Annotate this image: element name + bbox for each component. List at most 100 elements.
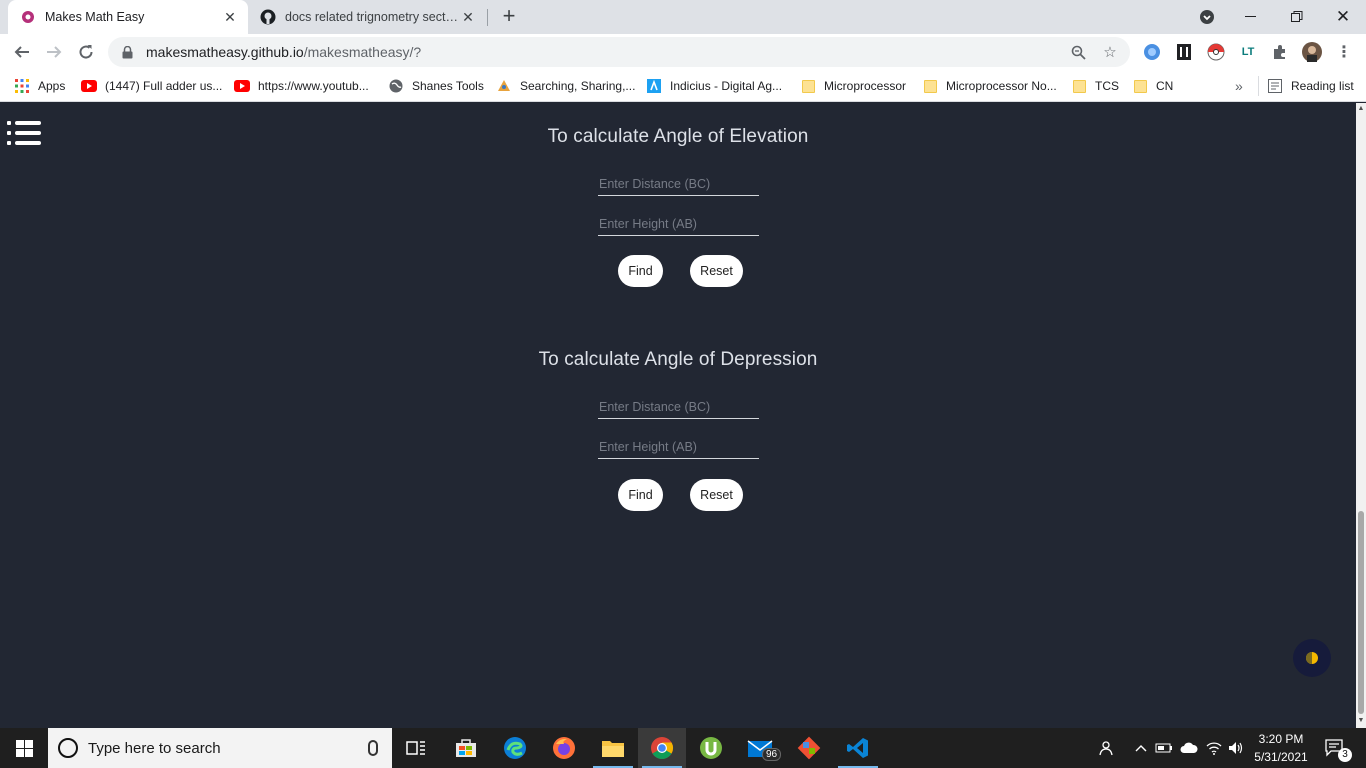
clock-date: 5/31/2021 (1254, 750, 1308, 764)
folder-icon (922, 78, 938, 94)
battery-icon[interactable] (1154, 728, 1174, 768)
forward-icon[interactable] (40, 38, 68, 66)
url-domain: makesmatheasy.github.io (146, 44, 304, 60)
browser-menu-icon[interactable]: ⋮ (1334, 42, 1354, 62)
action-center-icon[interactable]: 3 (1318, 728, 1352, 768)
file-explorer-icon[interactable] (589, 728, 637, 768)
tab-title: docs related trignometry section (285, 10, 460, 24)
close-tab-icon[interactable]: ✕ (222, 9, 238, 25)
restore-icon[interactable] (1274, 0, 1320, 34)
bookmark-folder-microprocessor-notes[interactable]: Microprocessor No... (922, 76, 1057, 96)
firefox-icon[interactable] (540, 728, 588, 768)
profile-avatar-icon[interactable] (1302, 42, 1322, 62)
extension-pokeball-icon[interactable] (1206, 42, 1226, 62)
extension-blue-icon[interactable] (1142, 42, 1162, 62)
utorrent-icon[interactable] (687, 728, 735, 768)
extension-calendar-icon[interactable] (1174, 42, 1194, 62)
bookmark-folder-cn[interactable]: CN (1132, 76, 1173, 96)
elevation-height-input[interactable] (598, 214, 759, 234)
back-icon[interactable] (8, 38, 36, 66)
bookmark-full-adder[interactable]: (1447) Full adder us... (81, 76, 222, 96)
elevation-distance-input[interactable] (598, 174, 759, 194)
tab-search-icon[interactable] (1184, 0, 1230, 34)
clock-time: 3:20 PM (1258, 732, 1304, 746)
address-bar[interactable]: makesmatheasy.github.io/makesmatheasy/? … (108, 37, 1130, 67)
scroll-up-icon[interactable]: ▲ (1357, 105, 1365, 113)
reading-list-icon (1267, 78, 1283, 94)
bookmark-label: Shanes Tools (412, 79, 484, 93)
bookmark-apps[interactable]: Apps (14, 76, 65, 96)
edge-icon[interactable] (491, 728, 539, 768)
bookmark-label: Apps (38, 79, 66, 93)
bookmark-label: TCS (1095, 79, 1119, 93)
bookmarks-overflow-button[interactable]: » (1235, 76, 1243, 96)
tab-title: Makes Math Easy (45, 10, 145, 24)
url-text: makesmatheasy.github.io/makesmatheasy/? (146, 44, 421, 60)
store-icon[interactable] (442, 728, 490, 768)
bookmark-searching-sharing[interactable]: Searching, Sharing,... (496, 76, 635, 96)
depression-find-button[interactable]: Find (618, 479, 663, 511)
close-tab-icon[interactable]: ✕ (460, 9, 476, 25)
browser-tab-strip: Makes Math Easy ✕ docs related trignomet… (0, 0, 1366, 34)
folder-icon (1132, 78, 1148, 94)
close-window-icon[interactable]: ✕ (1320, 0, 1366, 34)
extensions-puzzle-icon[interactable] (1270, 42, 1290, 62)
depression-reset-button[interactable]: Reset (690, 479, 743, 511)
folder-icon (800, 78, 816, 94)
minimize-icon[interactable] (1228, 0, 1274, 34)
bookmark-star-icon[interactable]: ☆ (1102, 44, 1118, 61)
theme-toggle-button[interactable] (1293, 639, 1331, 677)
bookmark-label: Indicius - Digital Ag... (670, 79, 783, 93)
site-favicon-icon (20, 9, 36, 25)
show-hidden-icons-chevron-up-icon[interactable] (1132, 728, 1150, 768)
depression-height-field[interactable] (598, 437, 759, 459)
bookmark-folder-tcs[interactable]: TCS (1071, 76, 1119, 96)
depression-title: To calculate Angle of Depression (538, 349, 818, 370)
youtube-icon (234, 78, 250, 94)
chrome-icon[interactable] (638, 728, 686, 768)
bookmarks-bar: Apps (1447) Full adder us... https://www… (0, 70, 1366, 102)
elevation-reset-button[interactable]: Reset (690, 255, 743, 287)
git-icon[interactable] (785, 728, 833, 768)
volume-icon[interactable] (1226, 728, 1246, 768)
bookmark-folder-microprocessor[interactable]: Microprocessor (800, 76, 906, 96)
mail-icon[interactable]: 96 (736, 728, 784, 768)
scroll-down-icon[interactable]: ▼ (1357, 717, 1365, 725)
scrollbar-thumb[interactable] (1358, 511, 1364, 714)
zoom-icon[interactable] (1070, 44, 1086, 60)
globe-icon (388, 78, 404, 94)
elevation-height-field[interactable] (598, 214, 759, 236)
bookmark-youtube[interactable]: https://www.youtub... (234, 76, 369, 96)
tab-docs-trignometry[interactable]: docs related trignometry section ✕ (250, 0, 486, 34)
apps-grid-icon (14, 78, 30, 94)
reading-list-button[interactable]: Reading list (1258, 76, 1354, 96)
elevation-title: To calculate Angle of Elevation (547, 126, 809, 147)
task-view-icon[interactable] (392, 728, 440, 768)
elevation-find-button[interactable]: Find (618, 255, 663, 287)
depression-distance-input[interactable] (598, 397, 759, 417)
elevation-distance-field[interactable] (598, 174, 759, 196)
microphone-icon[interactable] (368, 740, 378, 756)
windows-start-icon[interactable] (0, 728, 48, 768)
cortana-icon (58, 738, 78, 758)
page-scrollbar[interactable]: ▲ ▼ (1356, 103, 1366, 728)
new-tab-icon[interactable]: + (498, 5, 520, 27)
system-clock[interactable]: 3:20 PM 5/31/2021 (1251, 730, 1311, 766)
reload-icon[interactable] (72, 38, 100, 66)
site-icon (496, 78, 512, 94)
depression-height-input[interactable] (598, 437, 759, 457)
windows-taskbar: Type here to search 96 3:20 PM 5/31/2021… (0, 728, 1366, 768)
bookmark-label: https://www.youtub... (258, 79, 369, 93)
vscode-icon[interactable] (834, 728, 882, 768)
tab-separator (487, 9, 488, 26)
wifi-icon[interactable] (1204, 728, 1224, 768)
extension-lt-icon[interactable]: LT (1238, 42, 1258, 62)
bookmark-shanes-tools[interactable]: Shanes Tools (388, 76, 484, 96)
onedrive-cloud-icon[interactable] (1178, 728, 1200, 768)
bookmark-indicius[interactable]: Indicius - Digital Ag... (646, 76, 782, 96)
tab-makes-math-easy[interactable]: Makes Math Easy ✕ (8, 0, 248, 34)
depression-distance-field[interactable] (598, 397, 759, 419)
taskbar-search-box[interactable]: Type here to search (48, 728, 392, 768)
lock-icon (122, 45, 134, 59)
people-icon[interactable] (1094, 728, 1116, 768)
